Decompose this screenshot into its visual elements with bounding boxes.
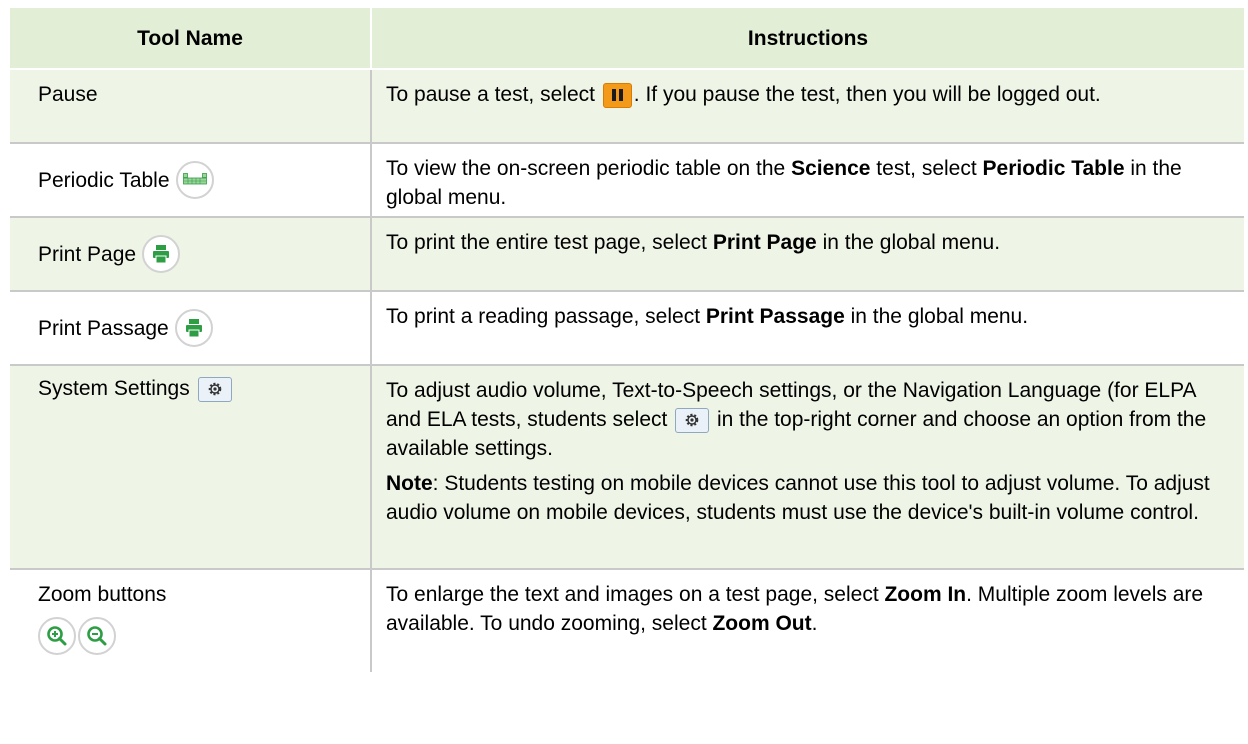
instruction-bold: Science [791, 157, 871, 180]
header-tool-name: Tool Name [10, 8, 372, 70]
periodic-table-icon [175, 161, 214, 199]
tool-name: Pause [38, 83, 98, 106]
note-text: : Students testing on mobile devices can… [386, 472, 1210, 524]
tools-table: Tool Name Instructions Pause To pause a … [10, 8, 1244, 672]
instruction-bold: Print Page [712, 231, 817, 254]
table-row-periodic-table: Periodic Table To view the on-screen per… [10, 143, 1244, 218]
instruction-bold: Zoom In [884, 583, 967, 606]
tool-name-cell: Periodic Table [10, 143, 372, 218]
instruction-text: To print the entire test page, select [386, 231, 713, 254]
tool-name-cell: Pause [10, 69, 372, 144]
instruction-text: in the global menu. [844, 305, 1029, 328]
tool-name: System Settings [38, 377, 190, 400]
gear-icon [197, 376, 232, 402]
instruction-bold: Print Passage [705, 305, 845, 328]
header-row: Tool Name Instructions [10, 8, 1244, 70]
note-label: Note [386, 472, 433, 495]
instruction-paragraph: To adjust audio volume, Text-to-Speech s… [386, 376, 1230, 463]
note-paragraph: Note: Students testing on mobile devices… [386, 469, 1230, 527]
tool-name: Periodic Table [38, 168, 170, 192]
instructions-cell: To enlarge the text and images on a test… [371, 569, 1244, 672]
gear-icon [675, 407, 710, 433]
table-row-print-page: Print Page To print the entire test page… [10, 217, 1244, 292]
instruction-text: . [811, 612, 818, 635]
instruction-text: To print a reading passage, select [386, 305, 706, 328]
instruction-text: To view the on-screen periodic table on … [386, 157, 792, 180]
instruction-bold: Periodic Table [982, 157, 1125, 180]
tool-name: Print Passage [38, 316, 169, 340]
printer-icon [142, 235, 181, 273]
table-row-print-passage: Print Passage To print a reading passage… [10, 291, 1244, 366]
pause-icon [602, 82, 632, 108]
instruction-text: To enlarge the text and images on a test… [386, 583, 885, 606]
table-row-zoom-buttons: Zoom buttons To enlarge the text and ima… [10, 569, 1244, 672]
zoom-in-icon [38, 617, 76, 655]
instructions-cell: To adjust audio volume, Text-to-Speech s… [371, 365, 1244, 570]
tool-name-cell: System Settings [10, 365, 372, 570]
tool-name-cell: Print Page [10, 217, 372, 292]
instruction-text: test, select [870, 157, 983, 180]
header-instructions: Instructions [371, 8, 1244, 70]
instructions-cell: To print a reading passage, select Print… [371, 291, 1244, 366]
instructions-cell: To view the on-screen periodic table on … [371, 143, 1244, 218]
instruction-text: . If you pause the test, then you will b… [633, 83, 1101, 106]
instruction-bold: Zoom Out [712, 612, 812, 635]
instruction-text: To pause a test, select [386, 83, 601, 106]
tool-name: Zoom buttons [38, 583, 167, 606]
zoom-out-icon [78, 617, 116, 655]
tool-name-cell: Zoom buttons [10, 569, 372, 672]
tool-name-cell: Print Passage [10, 291, 372, 366]
table-row-pause: Pause To pause a test, select . If you p… [10, 69, 1244, 144]
instructions-cell: To pause a test, select . If you pause t… [371, 69, 1244, 144]
printer-icon [174, 309, 213, 347]
instruction-text: in the global menu. [816, 231, 1001, 254]
table-row-system-settings: System Settings To adjust audio volume, … [10, 365, 1244, 570]
tool-name: Print Page [38, 242, 137, 266]
instructions-cell: To print the entire test page, select Pr… [371, 217, 1244, 292]
